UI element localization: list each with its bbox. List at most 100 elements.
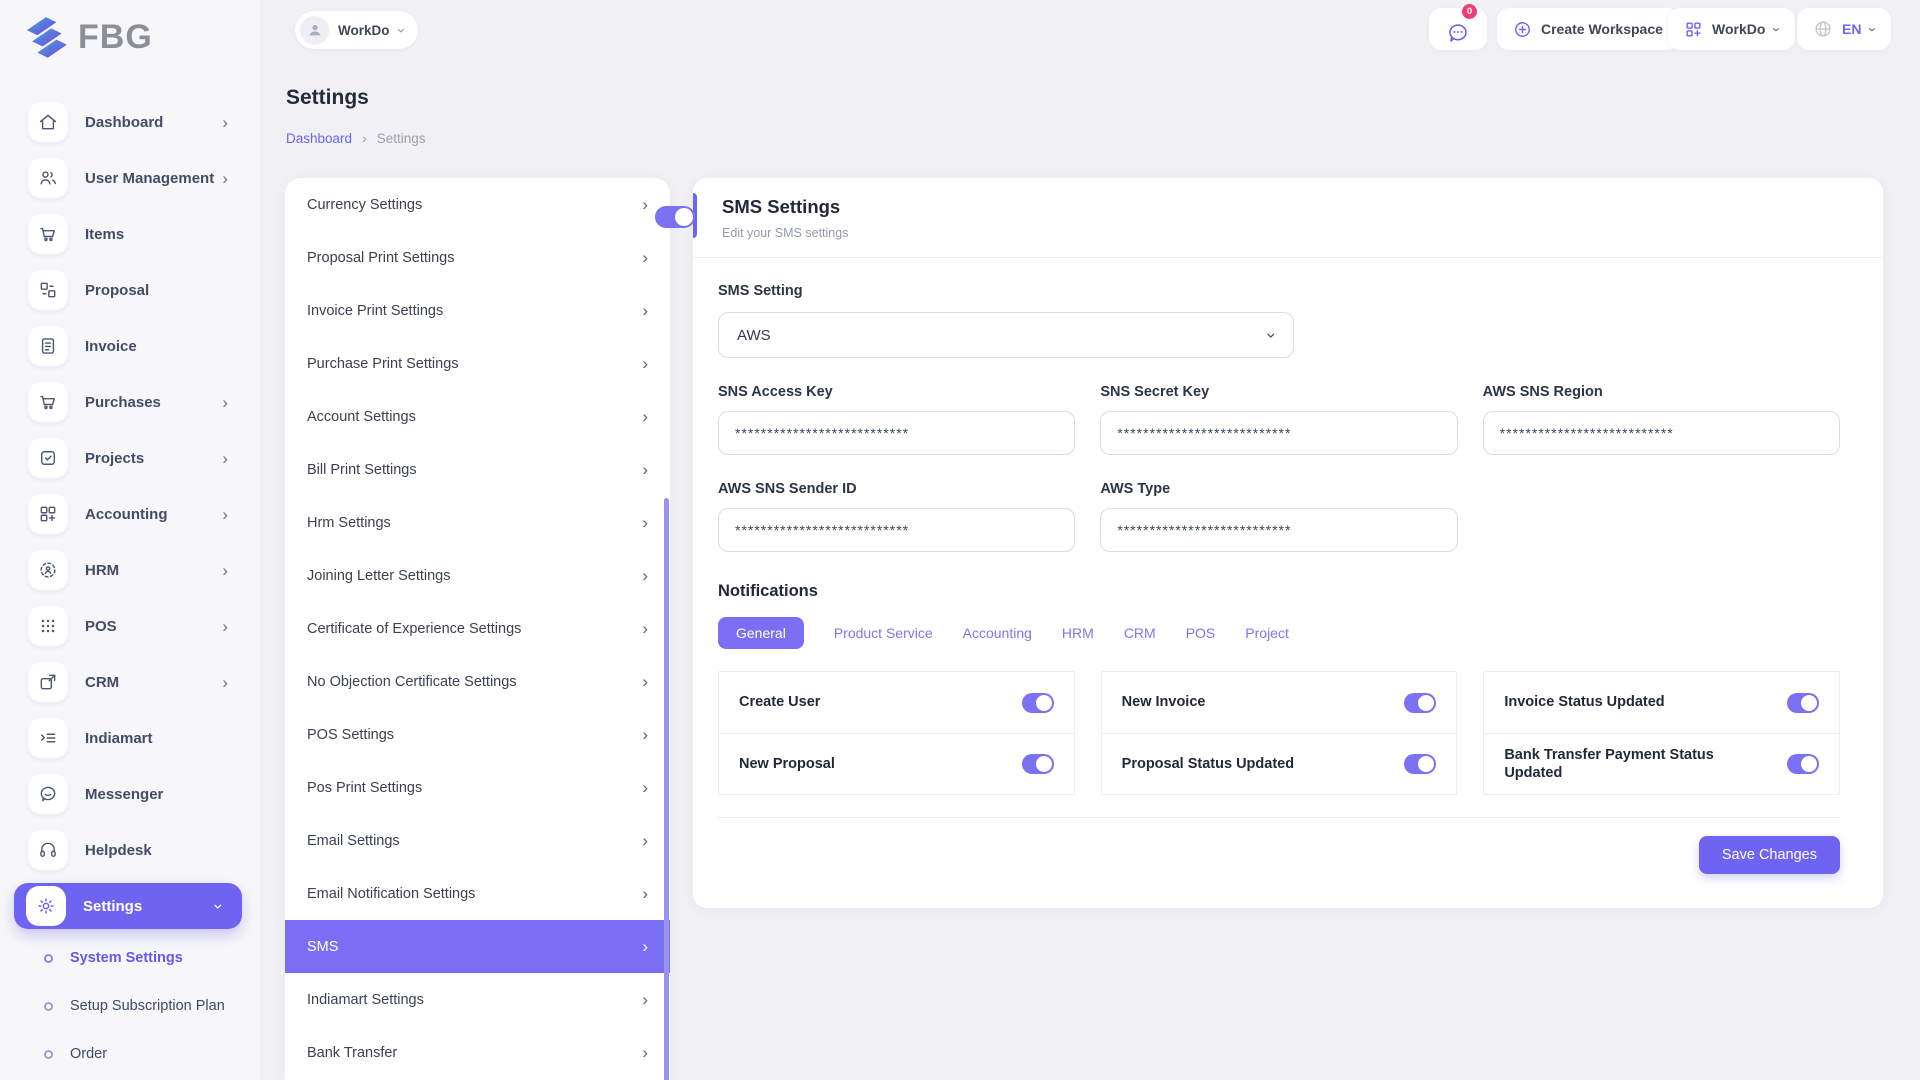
aws-type-field[interactable] [1100, 508, 1457, 552]
sidebar-item-user-management[interactable]: User Management › [0, 150, 260, 206]
settings-menu-item-pos[interactable]: POS Settings› [285, 708, 670, 761]
tab-crm[interactable]: CRM [1124, 625, 1156, 641]
chevron-right-icon: › [222, 506, 228, 523]
chevron-right-icon: › [222, 450, 228, 467]
sidebar-item-proposal[interactable]: Proposal [0, 262, 260, 318]
notification-toggle-grid: Create User New Proposal New Invoice Pro… [718, 671, 1840, 795]
sns-access-key-field[interactable] [718, 411, 1075, 455]
aws-fields-row-2: AWS SNS Sender ID AWS Type [718, 481, 1840, 552]
avatar [300, 16, 329, 45]
sidebar-subitem-system-settings[interactable]: System Settings [0, 934, 260, 982]
sms-enabled-toggle[interactable] [655, 206, 695, 228]
aws-sns-sender-id-label: AWS SNS Sender ID [718, 481, 1075, 497]
settings-menu-item-email[interactable]: Email Settings› [285, 814, 670, 867]
panel-subtitle: Edit your SMS settings [722, 226, 848, 240]
tab-hrm[interactable]: HRM [1062, 625, 1094, 641]
chevron-right-icon: › [642, 514, 648, 531]
tab-project[interactable]: Project [1245, 625, 1289, 641]
settings-menu-item-email-notification[interactable]: Email Notification Settings› [285, 867, 670, 920]
sidebar-item-indiamart[interactable]: Indiamart [0, 710, 260, 766]
chevron-right-icon: › [222, 170, 228, 187]
sms-setting-select[interactable]: AWS › [718, 312, 1294, 358]
settings-menu-item-hrm[interactable]: Hrm Settings› [285, 496, 670, 549]
chevron-right-icon: › [222, 618, 228, 635]
workflow-icon [28, 270, 68, 310]
bank-transfer-payment-status-toggle[interactable] [1787, 754, 1819, 774]
chevron-right-icon: › [642, 196, 648, 213]
sidebar-item-purchases[interactable]: Purchases › [0, 374, 260, 430]
workspace-menu-button[interactable]: WorkDo › [1668, 8, 1795, 50]
settings-menu-item-sms[interactable]: SMS› [285, 920, 670, 973]
sidebar-item-dashboard[interactable]: Dashboard › [0, 94, 260, 150]
sns-secret-key-field[interactable] [1100, 411, 1457, 455]
aws-sns-region-field[interactable] [1483, 411, 1840, 455]
sidebar-subitem-setup-subscription-plan[interactable]: Setup Subscription Plan [0, 982, 260, 1030]
sidebar-item-items[interactable]: Items [0, 206, 260, 262]
tab-accounting[interactable]: Accounting [963, 625, 1032, 641]
tab-general[interactable]: General [718, 617, 804, 649]
sidebar-item-pos[interactable]: POS › [0, 598, 260, 654]
invoice-status-updated-toggle[interactable] [1787, 693, 1819, 713]
create-workspace-button[interactable]: Create Workspace [1497, 8, 1679, 50]
chevron-right-icon: › [642, 991, 648, 1008]
sidebar-nav: Dashboard › User Management › Items Prop… [0, 94, 260, 934]
settings-menu-item-joining-letter[interactable]: Joining Letter Settings› [285, 549, 670, 602]
settings-menu-item-bill-print[interactable]: Bill Print Settings› [285, 443, 670, 496]
chevron-right-icon: › [642, 779, 648, 796]
language-selector[interactable]: EN › [1797, 8, 1891, 50]
proposal-status-updated-toggle[interactable] [1404, 754, 1436, 774]
sidebar-item-helpdesk[interactable]: Helpdesk [0, 822, 260, 878]
create-user-toggle[interactable] [1022, 693, 1054, 713]
sidebar-item-accounting[interactable]: Accounting › [0, 486, 260, 542]
messages-button[interactable]: 0 [1429, 8, 1487, 50]
settings-menu-item-pos-print[interactable]: Pos Print Settings› [285, 761, 670, 814]
toggle-row-create-user: Create User [719, 672, 1074, 733]
new-proposal-toggle[interactable] [1022, 754, 1054, 774]
notifications-title: Notifications [718, 582, 1840, 601]
new-invoice-toggle[interactable] [1404, 693, 1436, 713]
sidebar-item-messenger[interactable]: Messenger [0, 766, 260, 822]
tab-pos[interactable]: POS [1186, 625, 1216, 641]
sidebar-item-invoice[interactable]: Invoice [0, 318, 260, 374]
chevron-right-icon: › [222, 114, 228, 131]
settings-menu-item-certificate-experience[interactable]: Certificate of Experience Settings› [285, 602, 670, 655]
settings-menu-item-bank-transfer[interactable]: Bank Transfer› [285, 1026, 670, 1079]
chevron-down-icon: › [211, 903, 228, 909]
sidebar: FBG Dashboard › User Management › Items … [0, 0, 260, 1080]
breadcrumb-dashboard-link[interactable]: Dashboard [286, 131, 352, 146]
tab-product-service[interactable]: Product Service [834, 625, 933, 641]
settings-menu-item-account[interactable]: Account Settings› [285, 390, 670, 443]
settings-menu-item-indiamart[interactable]: Indiamart Settings› [285, 973, 670, 1026]
sidebar-item-settings[interactable]: Settings › [14, 883, 242, 929]
document-icon [28, 326, 68, 366]
check-square-icon [28, 438, 68, 478]
settings-menu-item-invoice-print[interactable]: Invoice Print Settings› [285, 284, 670, 337]
chat-bubble-icon [28, 774, 68, 814]
sidebar-subitem-order[interactable]: Order [0, 1030, 260, 1078]
chevron-right-icon: › [222, 674, 228, 691]
sns-access-key-label: SNS Access Key [718, 384, 1075, 400]
brand-name: FBG [78, 18, 153, 57]
aws-type-label: AWS Type [1100, 481, 1457, 497]
scrollbar-thumb[interactable] [664, 498, 669, 1080]
sidebar-item-projects[interactable]: Projects › [0, 430, 260, 486]
settings-menu-item-currency[interactable]: Currency Settings› [285, 178, 670, 231]
sidebar-item-crm[interactable]: CRM › [0, 654, 260, 710]
bullet-icon [44, 1002, 53, 1011]
sidebar-item-hrm[interactable]: HRM › [0, 542, 260, 598]
settings-subnav: System Settings Setup Subscription Plan … [0, 934, 260, 1078]
workspace-selector[interactable]: WorkDo › [295, 11, 418, 49]
save-changes-button[interactable]: Save Changes [1699, 836, 1840, 874]
plus-circle-icon [1513, 20, 1532, 39]
settings-menu-item-purchase-print[interactable]: Purchase Print Settings› [285, 337, 670, 390]
breadcrumb-current: Settings [377, 131, 426, 146]
chevron-right-icon: › [642, 302, 648, 319]
settings-menu-item-no-objection[interactable]: No Objection Certificate Settings› [285, 655, 670, 708]
chevron-right-icon: › [222, 562, 228, 579]
toggle-row-proposal-status-updated: Proposal Status Updated [1102, 733, 1457, 794]
aws-sns-sender-id-field[interactable] [718, 508, 1075, 552]
chevron-right-icon: › [642, 567, 648, 584]
brand-logo[interactable]: FBG [20, 12, 153, 62]
settings-menu-item-proposal-print[interactable]: Proposal Print Settings› [285, 231, 670, 284]
grid-plus-icon [28, 494, 68, 534]
